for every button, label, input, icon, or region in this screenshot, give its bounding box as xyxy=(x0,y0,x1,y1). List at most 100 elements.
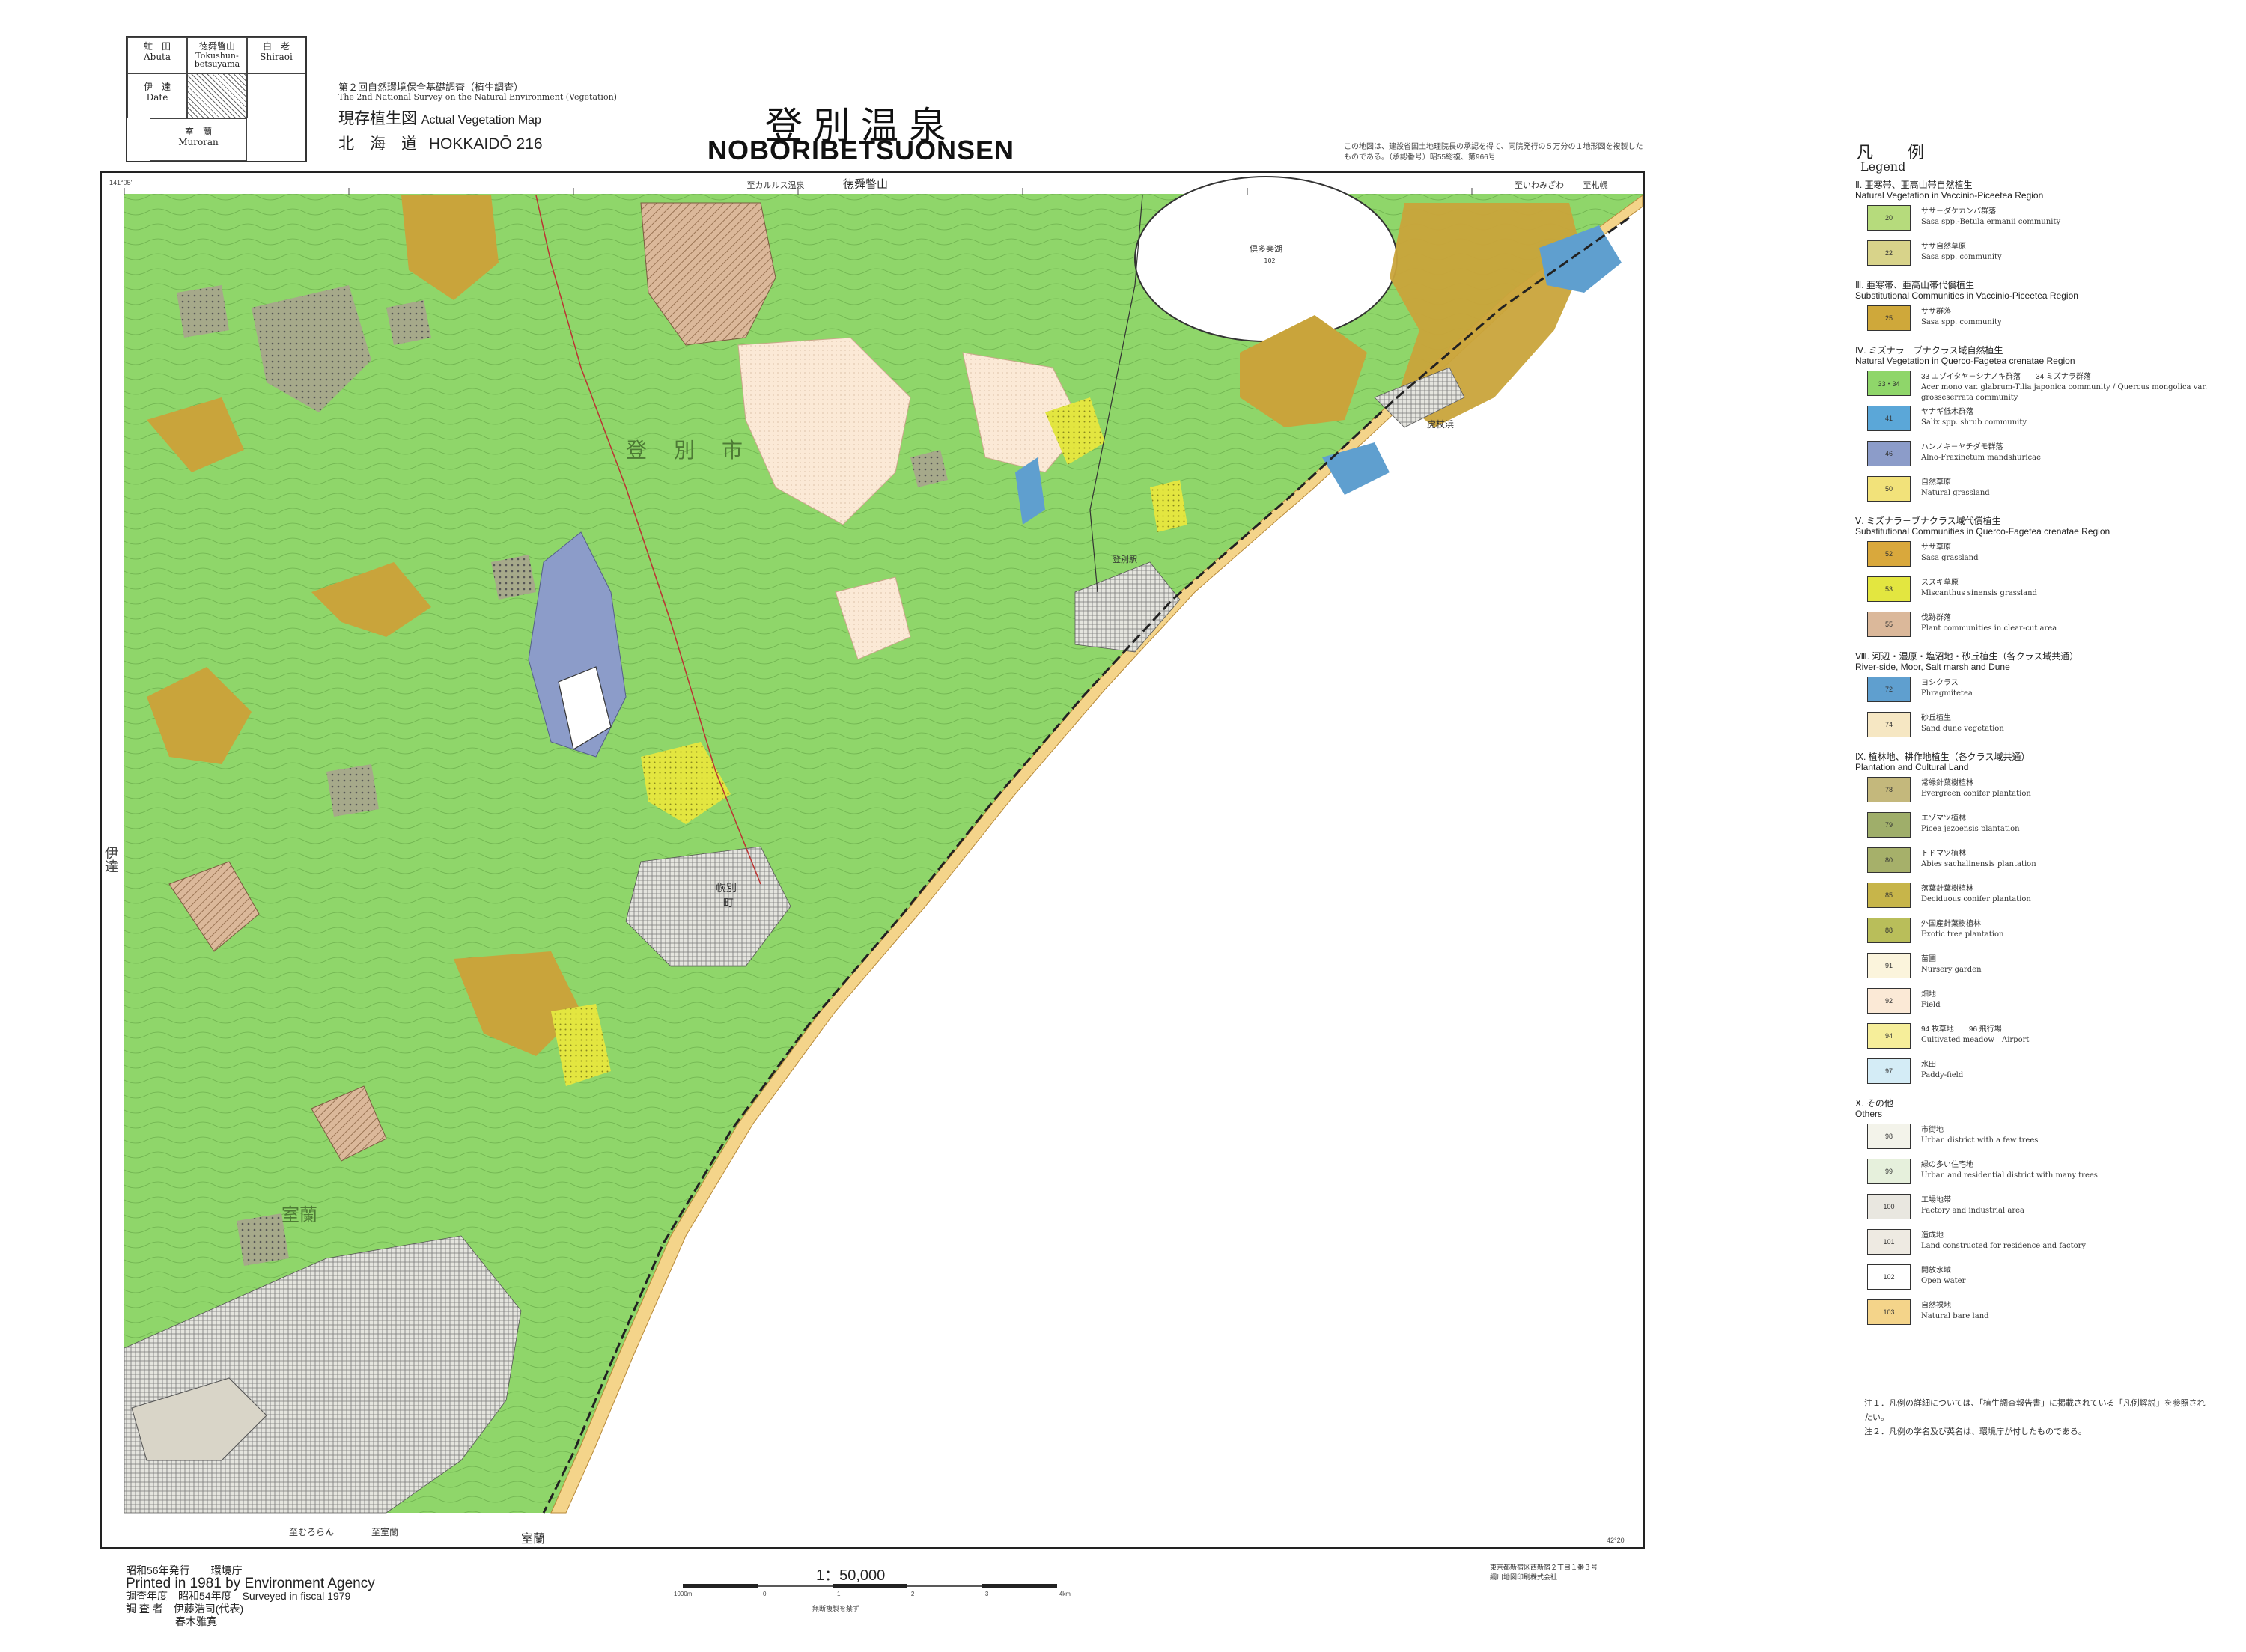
legend-swatch: 92 xyxy=(1867,988,1911,1014)
legend-item-text: 砂丘植生 Sand dune vegetation xyxy=(1921,713,2221,734)
legend-item-jp: 開放水域 xyxy=(1921,1267,1951,1275)
label-horobetsu: 幌別 xyxy=(716,883,737,894)
legend-item-en: Urban and residential district with many… xyxy=(1921,1171,2098,1180)
legend-item-text: 伐跡群落 Plant communities in clear-cut area xyxy=(1921,613,2221,634)
legend-item-text: 造成地 Land constructed for residence and fa… xyxy=(1921,1231,2221,1252)
legend-section-en: Others xyxy=(1855,1109,1883,1119)
legend-item-jp: 市街地 xyxy=(1921,1126,1944,1134)
legend-swatch: 55 xyxy=(1867,612,1911,637)
scale-tick-0: 1000m xyxy=(674,1591,693,1597)
legend-item-jp: 水田 xyxy=(1921,1061,1936,1069)
label-road-karurusu: 至カルルス温泉 xyxy=(747,180,805,190)
publisher-info: 東京都新宿区西新宿２丁目１番３号 綱川地図印刷株式会社 xyxy=(1490,1563,1598,1582)
legend-item-text: 苗圃 Nursery garden xyxy=(1921,954,2221,975)
legend-section-en: Substitutional Communities in Vaccinio-P… xyxy=(1855,290,2078,301)
legend-section-heading: Ⅷ. 河辺・湿原・塩沼地・砂丘植生（各クラス域共通） River-side, Mo… xyxy=(1855,651,2215,672)
legend-item-text: 常緑針葉樹植林 Evergreen conifer plantation xyxy=(1921,778,2221,799)
legend-section-jp: Ⅱ. 亜寒帯、亜高山帯自然植生 xyxy=(1855,180,1973,190)
legend-item: 25 ササ群落 Sasa spp. community xyxy=(1867,305,2219,332)
plantation-patch-3[interactable] xyxy=(386,300,431,345)
legend-item-en: Salix spp. shrub community xyxy=(1921,418,2027,427)
vegetation-map[interactable]: 倶多楽湖 102 徳舜瞥山 至カルルス温泉 至いわみざわ 至札幌 登別市 幌別 … xyxy=(100,171,1645,1549)
legend-item: 53 ススキ草原 Miscanthus sinensis grassland xyxy=(1867,576,2219,603)
legend-swatch: 46 xyxy=(1867,441,1911,466)
legend-swatch: 74 xyxy=(1867,712,1911,737)
legend-section-heading: Ⅲ. 亜寒帯、亜高山帯代償植生 Substitutional Communitie… xyxy=(1855,280,2215,301)
legend-item-jp: 造成地 xyxy=(1921,1231,1944,1240)
map-canvas[interactable]: 倶多楽湖 102 徳舜瞥山 至カルルス温泉 至いわみざわ 至札幌 登別市 幌別 … xyxy=(102,173,1643,1547)
plantation-patch-2[interactable] xyxy=(177,285,229,338)
index-cell-shiraoi: 白 老 Shiraoi xyxy=(247,37,305,73)
legend-item-text: エゾマツ植林 Picea jezoensis plantation xyxy=(1921,814,2221,835)
legend-item-jp: ササ自然草原 xyxy=(1921,243,1966,251)
legend-item-en: Abies sachalinensis plantation xyxy=(1921,860,2036,868)
legend-item-text: トドマツ植林 Abies sachalinensis plantation xyxy=(1921,849,2221,870)
legend-item-en: Nursery garden xyxy=(1921,966,1982,974)
legend-item-jp: 自然裸地 xyxy=(1921,1302,1951,1310)
legend-item: 33・34 33 エゾイタヤ－シナノキ群落 34 ミズナラ群落 Acer mono … xyxy=(1867,371,2219,402)
plantation-patch-4[interactable] xyxy=(491,555,536,600)
legend-item: 98 市街地 Urban district with a few trees xyxy=(1867,1124,2219,1150)
legend-swatch: 85 xyxy=(1867,883,1911,908)
legend-section-jp: Ⅸ. 植林地、耕作地植生（各クラス域共通） xyxy=(1855,752,2030,762)
legend-item-text: ススキ草原 Miscanthus sinensis grassland xyxy=(1921,578,2221,599)
legend-section-jp: Ⅲ. 亜寒帯、亜高山帯代償植生 xyxy=(1855,280,1974,290)
legend-section-heading: Ⅸ. 植林地、耕作地植生（各クラス域共通） Plantation and Cult… xyxy=(1855,752,2215,772)
legend-item-jp: ハンノキ－ヤチダモ群落 xyxy=(1921,443,2003,451)
legend-item: 99 緑の多い住宅地 Urban and residential district … xyxy=(1867,1159,2219,1186)
legend-item: 100 工場地帯 Factory and industrial area xyxy=(1867,1194,2219,1221)
label-bottom-to-muroran: 至むろらん xyxy=(289,1527,334,1537)
legend-item-text: ササ群落 Sasa spp. community xyxy=(1921,307,2221,328)
legend-title-en: Legend xyxy=(1860,159,1906,174)
legend-swatch: 22 xyxy=(1867,240,1911,266)
legend-item-text: 市街地 Urban district with a few trees xyxy=(1921,1125,2221,1146)
legend-swatch: 91 xyxy=(1867,953,1911,978)
legend-item: 46 ハンノキ－ヤチダモ群落 Alno-Fraxinetum mandshurica… xyxy=(1867,441,2219,468)
publisher-name: 綱川地図印刷株式会社 xyxy=(1490,1573,1558,1581)
legend-section-en: River-side, Moor, Salt marsh and Dune xyxy=(1855,662,2010,672)
label-top-mountain: 徳舜瞥山 xyxy=(843,177,888,191)
plantation-patch-5[interactable] xyxy=(326,764,379,817)
legend-item-jp: 落葉針葉樹植林 xyxy=(1921,885,1973,893)
legend-item: 91 苗圃 Nursery garden xyxy=(1867,953,2219,980)
legend-swatch: 20 xyxy=(1867,205,1911,231)
legend-item: 55 伐跡群落 Plant communities in clear-cut are… xyxy=(1867,612,2219,638)
scale-tick-2: 1 xyxy=(836,1591,841,1597)
label-station: 登別駅 xyxy=(1113,554,1137,564)
footer-info: 昭和56年発行 環境庁 Printed in 1981 by Environme… xyxy=(126,1564,375,1628)
legend-note-2: 注２．凡例の学名及び英名は、環境庁が付したものである。 xyxy=(1864,1427,2087,1436)
label-road-iwamizawa: 至いわみざわ xyxy=(1515,180,1564,190)
legend-item-text: 自然裸地 Natural bare land xyxy=(1921,1301,2221,1322)
legend-item-en: Sasa spp. community xyxy=(1921,253,2002,261)
legend-item-text: ハンノキ－ヤチダモ群落 Alno-Fraxinetum mandshuricae xyxy=(1921,442,2221,463)
legend-item-en: Paddy-field xyxy=(1921,1071,1964,1079)
legend-item-text: ヤナギ低木群落 Salix spp. shrub community xyxy=(1921,407,2221,428)
legend-section-en: Natural Vegetation in Querco-Fagetea cre… xyxy=(1855,356,2075,366)
legend-item-en: Evergreen conifer plantation xyxy=(1921,790,2031,798)
legend-item-en: Sasa spp.-Betula ermanii community xyxy=(1921,218,2061,226)
legend-swatch: 97 xyxy=(1867,1058,1911,1084)
legend-item-text: 緑の多い住宅地 Urban and residential district wi… xyxy=(1921,1160,2221,1181)
legend-swatch: 78 xyxy=(1867,777,1911,802)
scale-bar xyxy=(683,1584,1057,1588)
legend-item-en: Sasa spp. community xyxy=(1921,318,2002,326)
legend-item-en: Factory and industrial area xyxy=(1921,1207,2025,1215)
legend-item: 97 水田 Paddy-field xyxy=(1867,1058,2219,1085)
legend-section-en: Natural Vegetation in Vaccinio-Piceetea … xyxy=(1855,190,2044,201)
legend-swatch: 102 xyxy=(1867,1264,1911,1290)
legend-item: 79 エゾマツ植林 Picea jezoensis plantation xyxy=(1867,812,2219,839)
legend-item-text: ヨシクラス Phragmitetea xyxy=(1921,678,2221,699)
scale-tick-labels: 1000m 0 1 2 3 4km xyxy=(674,1591,1071,1597)
label-town: 町 xyxy=(723,897,734,909)
legend-item-jp: ヤナギ低木群落 xyxy=(1921,408,1973,416)
legend-section-heading: Ⅳ. ミズナラ－ブナクラス域自然植生 Natural Vegetation in … xyxy=(1855,345,2215,366)
legend-item-en: Picea jezoensis plantation xyxy=(1921,825,2020,833)
legend-item-en: Acer mono var. glabrum-Tilia japonica co… xyxy=(1921,383,2208,402)
legend-item: 74 砂丘植生 Sand dune vegetation xyxy=(1867,712,2219,739)
label-to-sapporo: 至札幌 xyxy=(1583,180,1608,190)
legend-item-en: Natural bare land xyxy=(1921,1312,1989,1320)
copyright-note: この地図は、建設省国土地理院長の承認を得て、同院発行の５万分の１地形図を複製した… xyxy=(1344,143,1643,162)
surveyor-2: 春木雅寛 xyxy=(175,1615,217,1627)
legend-swatch: 33・34 xyxy=(1867,371,1911,396)
legend-swatch: 88 xyxy=(1867,918,1911,943)
